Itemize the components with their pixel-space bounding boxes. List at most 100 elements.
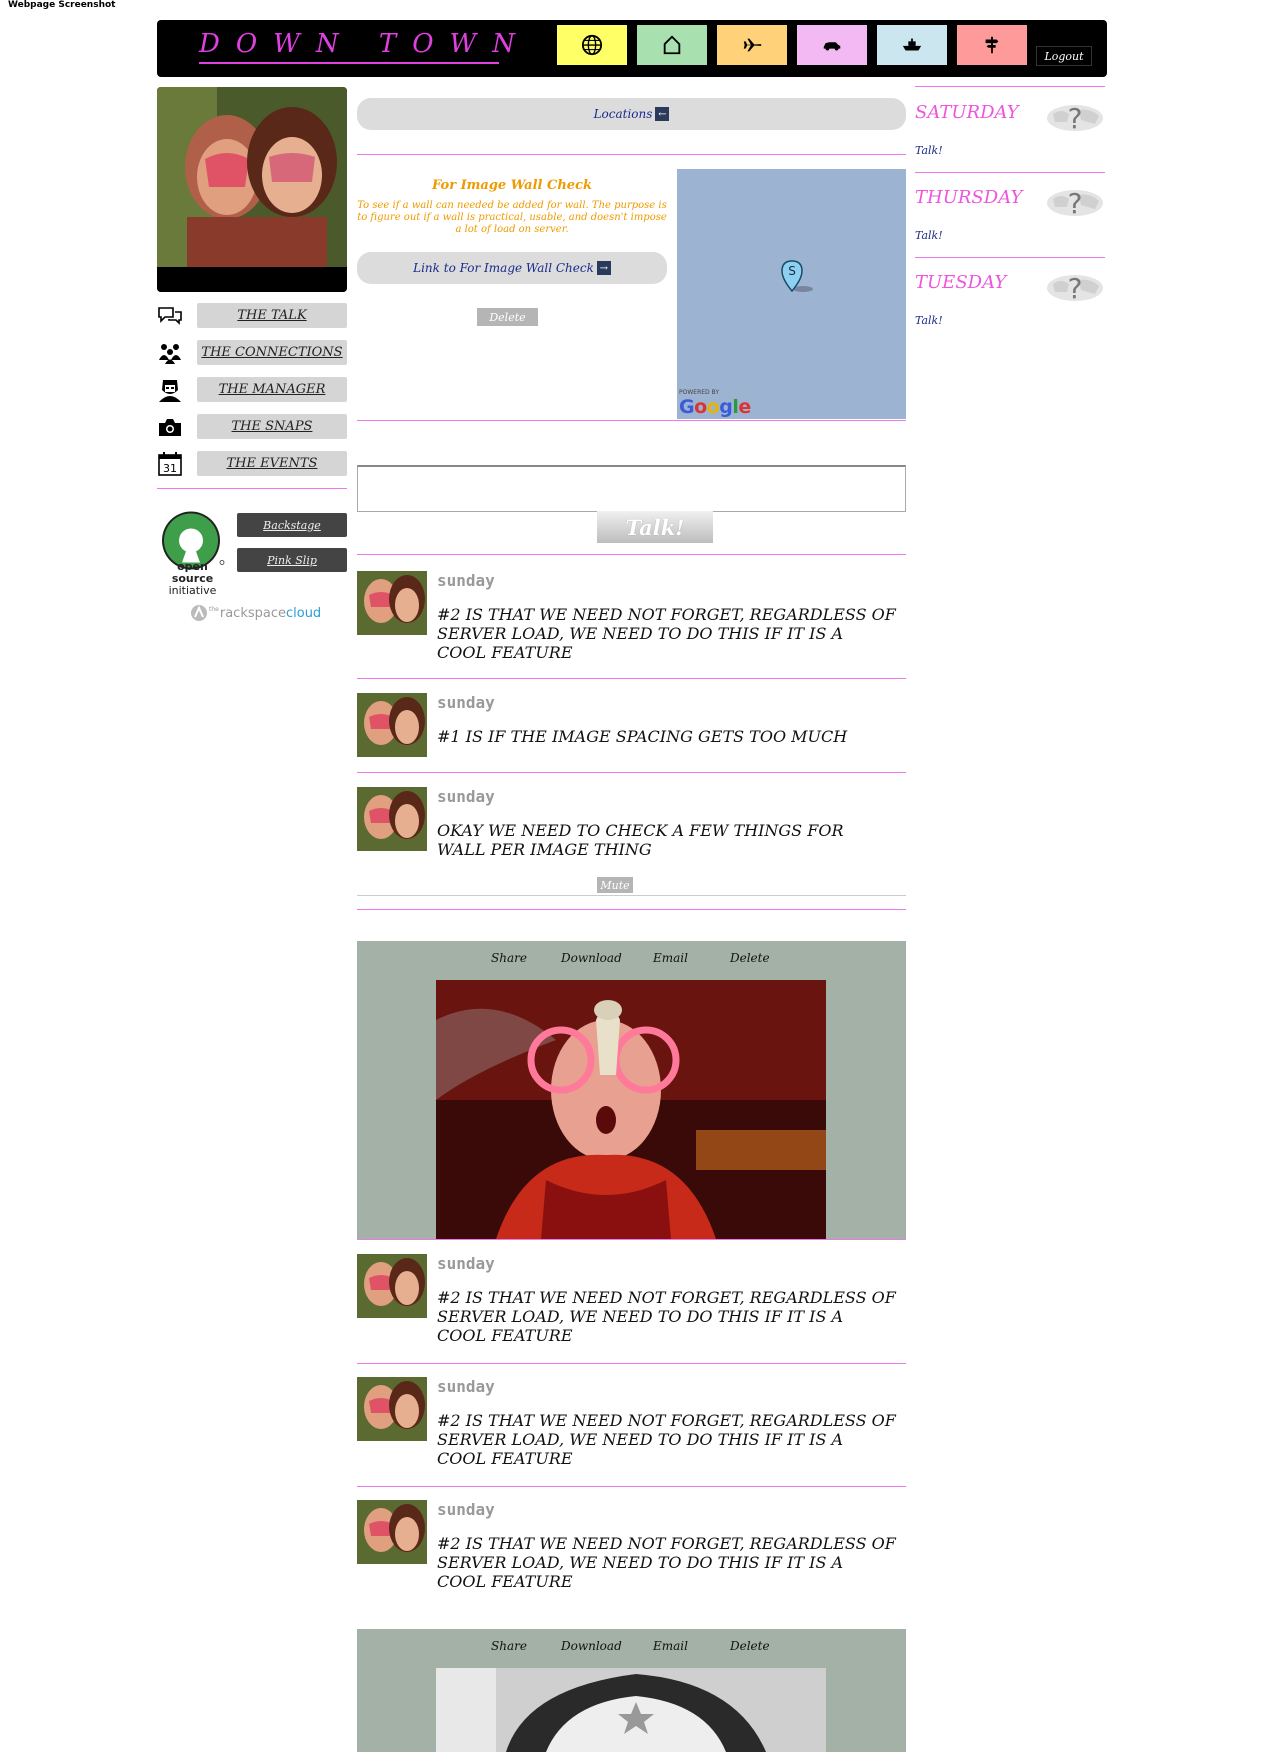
check-title: For Image Wall Check [432, 178, 592, 193]
gallery-photo[interactable] [436, 1668, 826, 1752]
post-avatar[interactable] [357, 1500, 427, 1564]
event-day: Tuesday [915, 272, 1007, 293]
google-logo[interactable]: Google [679, 396, 751, 418]
event-day: Saturday [915, 102, 1019, 123]
ship-icon [902, 38, 922, 51]
airplane-icon [742, 38, 762, 52]
profile-photo[interactable] [157, 87, 347, 292]
post-avatar[interactable] [357, 693, 427, 757]
side-item-manager[interactable]: THE MANAGER [157, 376, 347, 403]
mute-button[interactable]: Mute [597, 877, 633, 893]
post-text: #2 is that we need not forget, regardles… [437, 1411, 896, 1468]
tab-car[interactable] [797, 25, 867, 65]
post-avatar[interactable] [357, 787, 427, 851]
house-icon [663, 35, 681, 55]
divider [915, 86, 1105, 87]
signpost-icon [985, 36, 999, 54]
side-menu: THE TALK THE CONNECTIONS THE MANAGER THE… [157, 302, 347, 487]
check-description: To see if a wall can needed be added for… [357, 200, 667, 235]
tab-travel[interactable] [717, 25, 787, 65]
delete-button[interactable]: Delete [730, 1639, 770, 1653]
calendar-day: 31 [163, 462, 177, 475]
post-text: #1 is if the image spacing gets too much [437, 727, 848, 746]
event-item: Tuesday ? Talk! [915, 272, 1105, 332]
people-icon [159, 343, 181, 364]
tab-ship[interactable] [877, 25, 947, 65]
divider [357, 554, 906, 555]
the-snaps-button[interactable]: THE SNAPS [197, 414, 347, 439]
post-text: okay we need to check a few things for w… [437, 821, 844, 859]
divider [915, 172, 1105, 173]
post-avatar[interactable] [357, 571, 427, 635]
camera-icon [159, 418, 181, 436]
car-icon [823, 42, 841, 51]
post-item: sunday okay we need to check a few thing… [357, 787, 906, 867]
locations-button[interactable]: Locations ← [357, 98, 906, 130]
share-button[interactable]: Share [491, 951, 527, 965]
share-button[interactable]: Share [491, 1639, 527, 1653]
side-item-snaps[interactable]: THE SNAPS [157, 413, 347, 440]
manager-icon [159, 379, 181, 402]
globe-icon [581, 34, 603, 56]
calendar-icon: 31 [158, 451, 182, 476]
post-day: sunday [437, 1254, 495, 1273]
the-talk-button[interactable]: THE TALK [197, 303, 347, 328]
screenshot-caption: Webpage Screenshot [8, 0, 116, 10]
map-marker-icon[interactable]: S [779, 259, 819, 299]
side-item-connections[interactable]: THE CONNECTIONS [157, 339, 347, 366]
divider [357, 1486, 906, 1487]
unknown-location-icon: ? [1047, 102, 1103, 134]
post-day: sunday [437, 1377, 495, 1396]
post-avatar[interactable] [357, 1254, 427, 1318]
osi-line1: open source [171, 560, 214, 585]
post-item: sunday #2 is that we need not forget, re… [357, 571, 906, 666]
logo-underline [199, 62, 499, 64]
divider [357, 772, 906, 773]
check-link-label: Link to For Image Wall Check [413, 261, 594, 275]
divider [357, 1239, 906, 1240]
download-button[interactable]: Download [561, 951, 622, 965]
post-day: sunday [437, 1500, 495, 1519]
talk-button[interactable]: Talk! [597, 511, 713, 543]
the-connections-button[interactable]: THE CONNECTIONS [197, 340, 347, 365]
download-button[interactable]: Download [561, 1639, 622, 1653]
gallery-actions: Share Download Email Delete [357, 1639, 906, 1659]
logout-button[interactable]: Logout [1036, 46, 1092, 66]
the-manager-button[interactable]: THE MANAGER [197, 377, 347, 402]
post-text: #2 is that we need not forget, regardles… [437, 1534, 896, 1591]
side-item-talk[interactable]: THE TALK [157, 302, 347, 329]
delete-button[interactable]: Delete [730, 951, 770, 965]
tab-directions[interactable] [957, 25, 1027, 65]
osi-line2: initiative [168, 584, 217, 597]
tab-globe[interactable] [557, 25, 627, 65]
svg-text:?: ? [1068, 187, 1083, 219]
arrow-left-icon: ← [655, 107, 670, 121]
backstage-button[interactable]: Backstage [237, 513, 347, 537]
site-logo[interactable]: DOWN TOWN [199, 29, 531, 59]
event-talk-link[interactable]: Talk! [915, 229, 943, 242]
gallery-photo[interactable] [436, 980, 826, 1239]
divider [357, 154, 906, 155]
event-talk-link[interactable]: Talk! [915, 314, 943, 327]
rackspace-logo[interactable]: the rackspace cloud [190, 604, 321, 622]
pink-slip-button[interactable]: Pink Slip [237, 548, 347, 572]
arrow-right-icon: → [596, 261, 611, 275]
email-button[interactable]: Email [653, 951, 688, 965]
event-talk-link[interactable]: Talk! [915, 144, 943, 157]
location-map[interactable]: S POWERED BY Google [677, 169, 906, 419]
top-header: DOWN TOWN Logout [157, 20, 1107, 77]
email-button[interactable]: Email [653, 1639, 688, 1653]
talk-input[interactable] [357, 465, 906, 512]
event-item: Thursday ? Talk! [915, 187, 1105, 247]
side-divider [157, 488, 347, 489]
svg-text:?: ? [1068, 102, 1083, 134]
post-avatar[interactable] [357, 1377, 427, 1441]
divider [357, 909, 906, 910]
divider [915, 257, 1105, 258]
divider [357, 420, 906, 421]
tab-home[interactable] [637, 25, 707, 65]
side-item-events[interactable]: 31 THE EVENTS [157, 450, 347, 477]
the-events-button[interactable]: THE EVENTS [197, 451, 347, 476]
delete-check-button[interactable]: Delete [477, 308, 538, 326]
check-link-button[interactable]: Link to For Image Wall Check → [357, 252, 667, 284]
